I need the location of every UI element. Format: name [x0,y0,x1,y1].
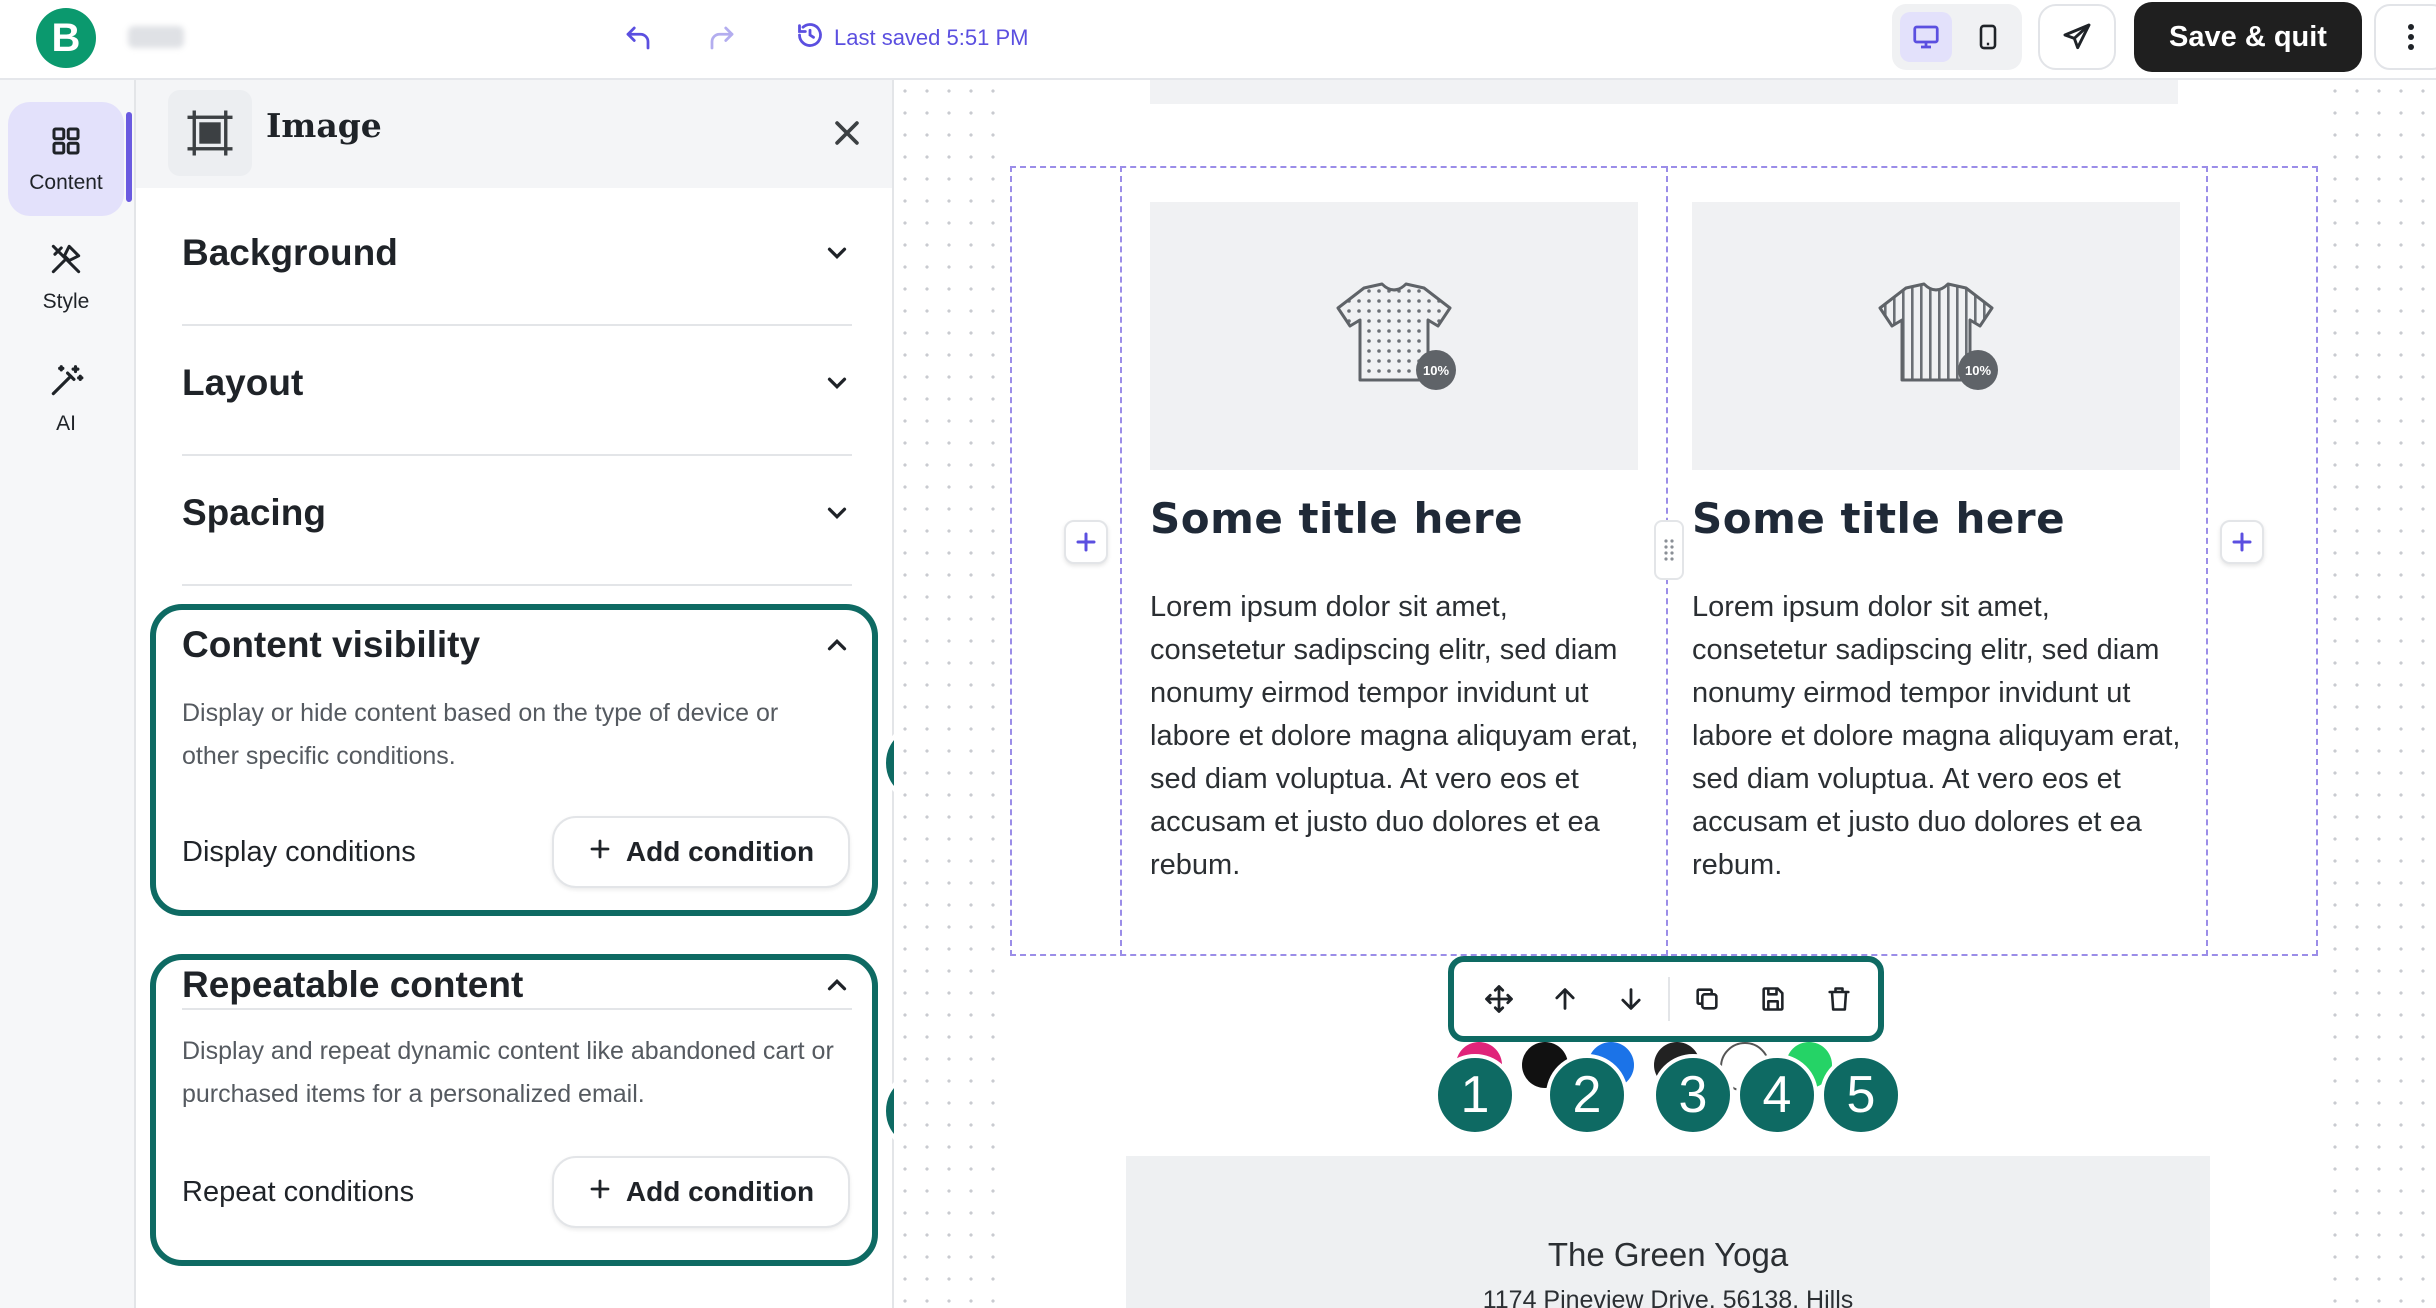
striped-tshirt-icon: 10% [1878,282,1998,390]
card-title[interactable]: Some title here [1692,494,2065,543]
brevo-logo[interactable]: B [36,8,96,68]
add-column-left-button[interactable] [1064,520,1108,564]
discount-badge: 10% [1423,363,1449,378]
spacing-section-header[interactable]: Spacing [182,492,852,542]
magic-wand-icon [47,362,85,406]
document-name[interactable]: test [128,26,184,48]
email-footer[interactable]: The Green Yoga 1174 Pineview Drive, 5613… [1126,1156,2210,1308]
column-guide [2206,166,2208,956]
layout-section-header[interactable]: Layout [182,362,852,412]
last-saved-text: Last saved 5:51 PM [834,25,1029,50]
divider [182,324,852,326]
column-resize-handle[interactable] [1654,520,1684,580]
save-icon[interactable] [1740,969,1806,1029]
send-test-button[interactable] [2038,4,2116,70]
row-toolbar [1448,956,1884,1042]
brush-icon [47,240,85,284]
product-image-2[interactable]: 10% [1692,202,2180,470]
section-title: Spacing [182,492,326,533]
product-image-1[interactable]: 10% [1150,202,1638,470]
undo-icon[interactable] [618,18,658,58]
active-indicator [126,112,132,202]
panel-header: Image [136,80,892,188]
annotation-badge-2: 2 [1546,1054,1628,1136]
chevron-down-icon [827,507,847,520]
rail-item-label: Style [42,290,90,313]
left-rail: Content Style AI [0,80,136,1308]
rail-item-label: AI [56,412,76,435]
top-bar: B test Last saved 5:51 PM Save & quit [0,0,2436,80]
content-visibility-highlight [150,604,878,916]
column-guide [1120,166,1122,956]
annotation-badge-1: 1 [1434,1054,1516,1136]
card-body-text[interactable]: Lorem ipsum dolor sit amet, consetetur s… [1692,586,2192,887]
previous-block[interactable] [1150,80,2178,104]
company-address: 1174 Pineview Drive, 56138, Hills [1482,1286,1854,1308]
save-and-quit-button[interactable]: Save & quit [2134,2,2362,72]
section-title: Background [182,232,398,273]
toolbar-divider [1668,977,1670,1021]
company-name: The Green Yoga [1547,1236,1789,1273]
close-icon[interactable] [822,108,872,158]
annotation-badge-4: 4 [1736,1054,1818,1136]
card-body-text[interactable]: Lorem ipsum dolor sit amet, consetetur s… [1150,586,1650,887]
rail-item-content[interactable]: Content [8,102,124,216]
grid-icon [48,123,84,165]
device-toggle [1892,4,2022,70]
polka-dot-tshirt-icon: 10% [1336,282,1456,390]
desktop-view-button[interactable] [1900,12,1952,62]
more-options-button[interactable] [2374,4,2436,70]
chevron-down-icon [827,247,847,260]
annotation-badge-5: 5 [1820,1054,1902,1136]
divider [182,454,852,456]
section-title: Layout [182,362,304,403]
rail-item-label: Content [29,171,103,194]
arrow-down-icon[interactable] [1598,969,1664,1029]
panel-title: Image [266,106,382,145]
arrow-up-icon[interactable] [1532,969,1598,1029]
last-saved-status[interactable]: Last saved 5:51 PM [796,20,1028,56]
card-title[interactable]: Some title here [1150,494,1523,543]
annotation-badge-3: 3 [1652,1054,1734,1136]
rail-item-style[interactable]: Style [8,240,124,314]
duplicate-icon[interactable] [1674,969,1740,1029]
background-section-header[interactable]: Background [182,232,852,282]
add-column-right-button[interactable] [2220,520,2264,564]
discount-badge: 10% [1965,363,1991,378]
repeatable-content-highlight [150,954,878,1266]
rail-item-ai[interactable]: AI [8,362,124,436]
chevron-down-icon [827,377,847,390]
image-block-icon [168,90,252,176]
trash-icon[interactable] [1806,969,1872,1029]
redo-icon[interactable] [702,18,742,58]
move-icon[interactable] [1466,969,1532,1029]
history-icon [796,21,824,55]
divider [182,584,852,586]
mobile-view-button[interactable] [1962,12,2014,62]
